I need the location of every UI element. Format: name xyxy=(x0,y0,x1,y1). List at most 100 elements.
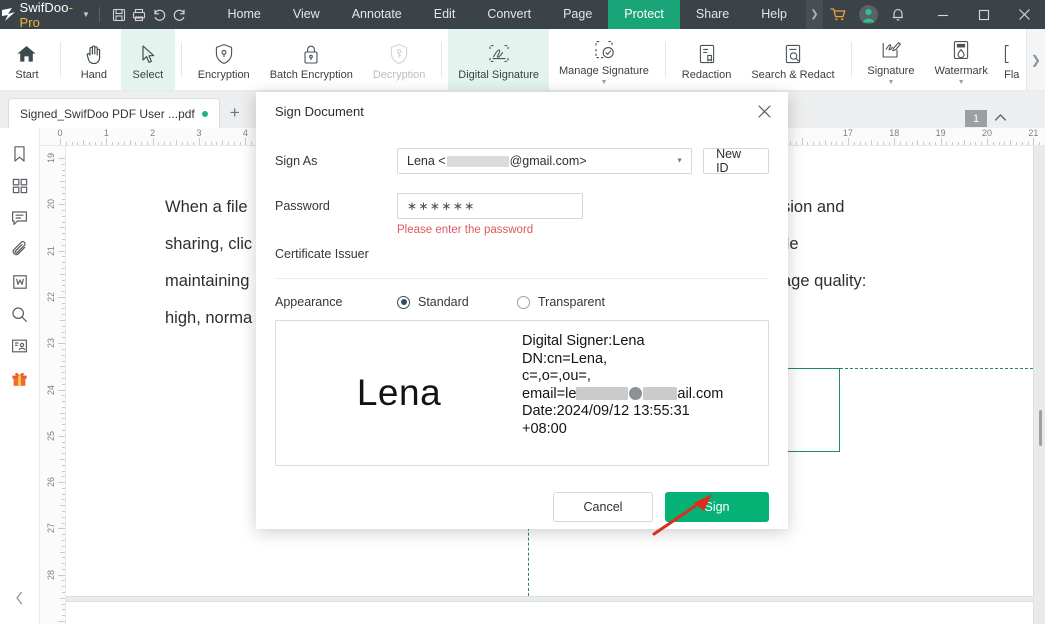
menu-item-help[interactable]: Help xyxy=(745,0,803,29)
close-button[interactable] xyxy=(1004,0,1045,29)
ruler-tick xyxy=(62,424,65,425)
ribbon-scroll-right-icon[interactable]: ❯ xyxy=(1026,29,1045,90)
radio-standard-icon[interactable] xyxy=(397,296,410,309)
sign-as-dropdown[interactable]: Lena <@gmail.com> ▼ xyxy=(397,148,692,174)
ribbon-search-redact-label: Search & Redact xyxy=(751,69,834,81)
undo-icon[interactable] xyxy=(149,0,169,29)
sidebar-collapse-button[interactable] xyxy=(0,582,40,614)
shield-key-icon xyxy=(389,42,409,66)
ruler-tick xyxy=(205,142,206,145)
document-tab[interactable]: Signed_SwifDoo PDF User ...pdf xyxy=(8,98,220,128)
ruler-tick xyxy=(62,216,65,217)
pdf-page-2[interactable] xyxy=(66,602,1033,624)
maximize-button[interactable] xyxy=(963,0,1004,29)
ruler-tick xyxy=(124,142,125,145)
ruler-tick xyxy=(228,142,229,145)
sidebar-item-gift[interactable] xyxy=(0,362,40,394)
minimize-button[interactable] xyxy=(922,0,963,29)
cursor-icon xyxy=(139,42,157,66)
ribbon-search-redact-button[interactable]: Search & Redact xyxy=(741,29,844,90)
ruler-number: 23 xyxy=(46,338,56,348)
menu-item-page[interactable]: Page xyxy=(547,0,608,29)
page-indicator: 1 xyxy=(965,110,1007,127)
cancel-button[interactable]: Cancel xyxy=(553,492,653,522)
ribbon-signature-button[interactable]: Signature ▼ xyxy=(857,29,924,90)
menu-item-annotate[interactable]: Annotate xyxy=(336,0,418,29)
chevron-up-icon[interactable] xyxy=(994,113,1007,125)
sidebar-item-comments[interactable] xyxy=(0,202,40,234)
sidebar-item-word[interactable] xyxy=(0,266,40,298)
ruler-number: 24 xyxy=(46,384,56,394)
menu-item-share[interactable]: Share xyxy=(680,0,745,29)
cart-icon[interactable] xyxy=(823,0,853,29)
ribbon-redaction-button[interactable]: Redaction xyxy=(672,29,742,90)
appearance-option-transparent[interactable]: Transparent xyxy=(517,295,605,309)
menu-item-edit[interactable]: Edit xyxy=(418,0,472,29)
new-tab-button[interactable]: + xyxy=(220,98,250,128)
sign-as-label: Sign As xyxy=(275,154,397,168)
ribbon-flatten-label: Fla xyxy=(1004,69,1019,81)
ruler-tick xyxy=(60,413,65,414)
ruler-tick xyxy=(1039,142,1040,145)
ribbon-batch-encryption-button[interactable]: Batch Encryption xyxy=(260,29,363,90)
divider xyxy=(99,7,100,22)
ribbon-start-button[interactable]: Start xyxy=(0,29,54,90)
bell-icon[interactable] xyxy=(883,0,913,29)
menu-item-convert[interactable]: Convert xyxy=(471,0,547,29)
chevron-down-icon[interactable]: ▼ xyxy=(676,158,683,165)
ruler-tick xyxy=(58,390,65,391)
sidebar-item-thumbnails[interactable] xyxy=(0,170,40,202)
sidebar-item-bookmarks[interactable] xyxy=(0,138,40,170)
ruler-tick xyxy=(58,297,65,298)
redo-icon[interactable] xyxy=(169,0,189,29)
sidebar-item-search[interactable] xyxy=(0,298,40,330)
hand-icon xyxy=(84,42,104,66)
chevron-right-icon[interactable]: ❯ xyxy=(806,0,823,29)
ribbon-select-button[interactable]: Select xyxy=(121,29,175,90)
menu-item-view[interactable]: View xyxy=(277,0,336,29)
ribbon-decryption-button[interactable]: Decryption xyxy=(363,29,436,90)
sidebar-item-attachments[interactable] xyxy=(0,234,40,266)
menu-item-protect[interactable]: Protect xyxy=(608,0,680,29)
shield-lock-icon xyxy=(214,42,234,66)
ruler-tick xyxy=(62,418,65,419)
password-label: Password xyxy=(275,199,397,213)
ribbon-watermark-button[interactable]: Watermark ▼ xyxy=(924,29,997,90)
ruler-tick xyxy=(170,142,171,145)
password-input[interactable]: ∗∗∗∗∗∗ xyxy=(397,193,583,219)
vertical-scrollbar-thumb[interactable] xyxy=(1039,410,1042,446)
ruler-tick xyxy=(83,140,84,145)
ribbon-encryption-button[interactable]: Encryption xyxy=(188,29,260,90)
account-icon[interactable] xyxy=(853,0,883,29)
ruler-tick xyxy=(62,586,65,587)
print-icon[interactable] xyxy=(129,0,149,29)
ribbon-digital-signature-button[interactable]: Digital Signature xyxy=(448,29,549,90)
window-controls xyxy=(922,0,1045,29)
chevron-down-icon[interactable]: ▼ xyxy=(958,80,965,86)
ribbon-hand-button[interactable]: Hand xyxy=(67,29,121,90)
save-icon[interactable] xyxy=(109,0,129,29)
current-page-number[interactable]: 1 xyxy=(965,110,987,127)
ribbon-manage-signature-button[interactable]: Manage Signature ▼ xyxy=(549,29,659,90)
menu-item-home[interactable]: Home xyxy=(212,0,277,29)
ruler-tick xyxy=(900,142,901,145)
appearance-option-standard[interactable]: Standard xyxy=(397,295,517,309)
chevron-down-icon[interactable]: ▼ xyxy=(82,11,90,19)
chevron-down-icon[interactable]: ▼ xyxy=(887,80,894,86)
ruler-tick xyxy=(58,343,65,344)
ruler-tick xyxy=(1010,140,1011,145)
sidebar-item-stamps[interactable] xyxy=(0,330,40,362)
ruler-tick xyxy=(825,140,826,145)
signature-preview[interactable]: Lena Digital Signer:Lena DN:cn=Lena, c=,… xyxy=(275,320,769,466)
radio-transparent-icon[interactable] xyxy=(517,296,530,309)
chevron-down-icon[interactable]: ▼ xyxy=(601,80,608,86)
ruler-tick xyxy=(889,142,890,145)
divider xyxy=(441,42,442,77)
new-id-button[interactable]: New ID xyxy=(703,148,769,174)
ruler-tick xyxy=(831,142,832,145)
preview-dn-line: DN:cn=Lena, xyxy=(522,351,762,369)
close-icon[interactable] xyxy=(757,104,772,119)
ruler-tick xyxy=(860,142,861,145)
ruler-tick xyxy=(848,138,849,145)
ribbon-flatten-button[interactable]: Fla xyxy=(998,29,1026,90)
